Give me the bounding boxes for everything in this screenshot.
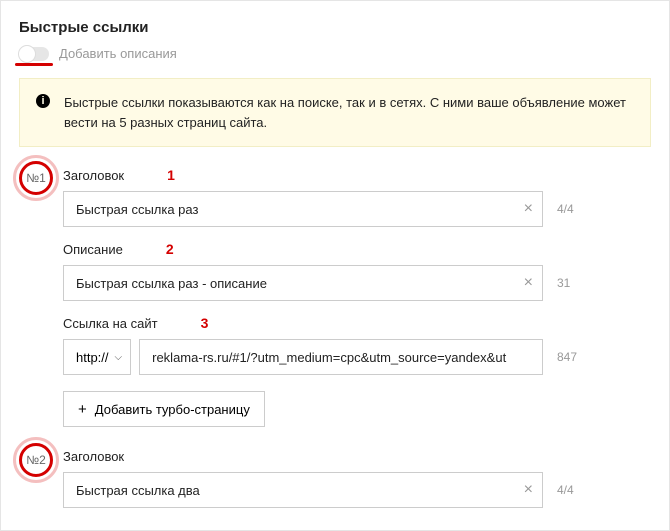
description-input-wrap-1: ×: [63, 265, 543, 301]
quick-links-panel: Быстрые ссылки Добавить описания i Быстр…: [0, 0, 670, 531]
annotation-2: 2: [166, 241, 174, 257]
title-group-1: Заголовок 1 × 4/4: [63, 167, 651, 227]
clear-icon[interactable]: ×: [524, 201, 533, 217]
fields-col-1: Заголовок 1 × 4/4 Описание 2: [63, 167, 651, 441]
link-block-1: №1 Заголовок 1 × 4/4 Описание: [19, 167, 651, 441]
add-turbo-label: Добавить турбо-страницу: [95, 402, 250, 417]
num-badge-2-text: №2: [26, 453, 46, 467]
title-group-2: Заголовок × 4/4: [63, 449, 651, 508]
annotation-underline: [15, 63, 53, 66]
title-label-1: Заголовок: [63, 168, 124, 183]
toggle-descriptions[interactable]: [19, 47, 49, 61]
description-input-1[interactable]: [64, 266, 542, 300]
title-counter-1: 4/4: [557, 202, 597, 216]
sitelink-group-1: Ссылка на сайт 3 http:// ⌵ 847: [63, 315, 651, 375]
url-counter-1: 847: [557, 350, 597, 364]
fields-col-2: Заголовок × 4/4: [63, 449, 651, 522]
annotation-1: 1: [167, 167, 175, 183]
url-input-1[interactable]: [140, 340, 542, 374]
num-badge-2: №2: [19, 443, 53, 477]
num-badge-1-text: №1: [26, 171, 46, 185]
plus-icon: +: [78, 402, 87, 417]
title-label-2: Заголовок: [63, 449, 124, 464]
protocol-select[interactable]: http:// ⌵: [63, 339, 131, 375]
add-turbo-group: + Добавить турбо-страницу: [63, 389, 651, 427]
protocol-value: http://: [76, 350, 109, 365]
title-input-wrap-1: ×: [63, 191, 543, 227]
description-group-1: Описание 2 × 31: [63, 241, 651, 301]
description-counter-1: 31: [557, 276, 597, 290]
title-input-1[interactable]: [64, 192, 542, 226]
link-block-2: №2 Заголовок × 4/4: [19, 449, 651, 522]
info-icon: i: [36, 94, 50, 108]
annotation-3: 3: [201, 315, 209, 331]
title-counter-2: 4/4: [557, 483, 597, 497]
info-box: i Быстрые ссылки показываются как на пои…: [19, 78, 651, 147]
clear-icon[interactable]: ×: [524, 482, 533, 498]
add-turbo-button[interactable]: + Добавить турбо-страницу: [63, 391, 265, 427]
title-input-2[interactable]: [64, 473, 542, 507]
url-input-wrap-1: [139, 339, 543, 375]
description-label-1: Описание: [63, 242, 123, 257]
section-title: Быстрые ссылки: [19, 19, 651, 36]
toggle-descriptions-label: Добавить описания: [59, 46, 177, 61]
title-input-wrap-2: ×: [63, 472, 543, 508]
toggle-descriptions-row: Добавить описания: [19, 46, 651, 61]
info-text: Быстрые ссылки показываются как на поиск…: [64, 95, 626, 130]
clear-icon[interactable]: ×: [524, 275, 533, 291]
chevron-down-icon: ⌵: [115, 352, 123, 363]
num-badge-1: №1: [19, 161, 53, 195]
sitelink-label-1: Ссылка на сайт: [63, 316, 158, 331]
